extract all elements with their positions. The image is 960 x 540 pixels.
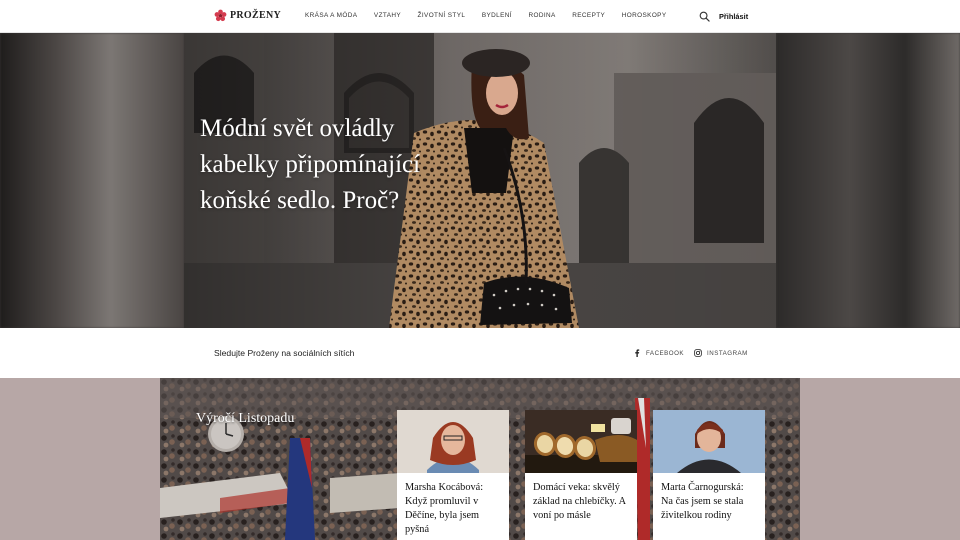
- article-title: Domácí veka: skvělý základ na chlebíčky.…: [533, 482, 626, 521]
- site-logo[interactable]: PROŽENY: [214, 9, 281, 22]
- article-image-bread: [525, 410, 637, 473]
- site-header: PROŽENY KRÁSA A MÓDA VZTAHY ŽIVOTNÍ STYL…: [0, 0, 960, 33]
- article-image-portrait-woman: [397, 410, 509, 473]
- hero-title[interactable]: Módní svět ovládly kabelky připomínající…: [200, 111, 440, 219]
- hero-blur-left: [0, 33, 184, 328]
- nav-item-krasa-a-moda[interactable]: KRÁSA A MÓDA: [305, 12, 357, 19]
- instagram-icon: [694, 349, 702, 357]
- search-icon[interactable]: [699, 11, 710, 22]
- article-card[interactable]: Marsha Kocábová: Když promluvil v Děčíne…: [397, 410, 509, 540]
- facebook-label: FACEBOOK: [646, 349, 685, 357]
- article-title: Marsha Kocábová: Když promluvil v Děčíne…: [405, 482, 484, 535]
- article-card[interactable]: Marta Čarnogurská: Na čas jsem se stala …: [653, 410, 765, 540]
- nav-item-recepty[interactable]: RECEPTY: [572, 12, 605, 19]
- nav-item-rodina[interactable]: RODINA: [528, 12, 555, 19]
- social-follow-text: Sledujte Proženy na sociálních sítích: [214, 348, 355, 358]
- section-title: Výročí Listopadu: [196, 411, 295, 426]
- instagram-link[interactable]: INSTAGRAM: [694, 349, 748, 357]
- flower-logo-icon: [214, 9, 227, 22]
- social-strip: Sledujte Proženy na sociálních sítích FA…: [0, 328, 960, 378]
- hero-blur-right: [776, 33, 960, 328]
- logo-text: PROŽENY: [230, 10, 281, 21]
- instagram-label: INSTAGRAM: [707, 349, 748, 357]
- article-image-portrait-woman: [653, 410, 765, 473]
- article-card[interactable]: Domácí veka: skvělý základ na chlebíčky.…: [525, 410, 637, 540]
- nav-item-horoskopy[interactable]: HOROSKOPY: [622, 12, 667, 19]
- nav-item-zivotni-styl[interactable]: ŽIVOTNÍ STYL: [418, 12, 466, 19]
- facebook-link[interactable]: FACEBOOK: [633, 349, 684, 357]
- main-nav: KRÁSA A MÓDA VZTAHY ŽIVOTNÍ STYL BYDLENÍ…: [305, 12, 683, 19]
- login-link[interactable]: Přihlásit: [719, 12, 748, 21]
- hero-section: Módní svět ovládly kabelky připomínající…: [0, 33, 960, 328]
- facebook-icon: [635, 349, 640, 357]
- article-title: Marta Čarnogurská: Na čas jsem se stala …: [661, 482, 744, 521]
- listopad-section: Výročí Listopadu Marsha Kocábová: Když p…: [0, 378, 960, 540]
- nav-item-bydleni[interactable]: BYDLENÍ: [482, 12, 512, 19]
- nav-item-vztahy[interactable]: VZTAHY: [374, 12, 401, 19]
